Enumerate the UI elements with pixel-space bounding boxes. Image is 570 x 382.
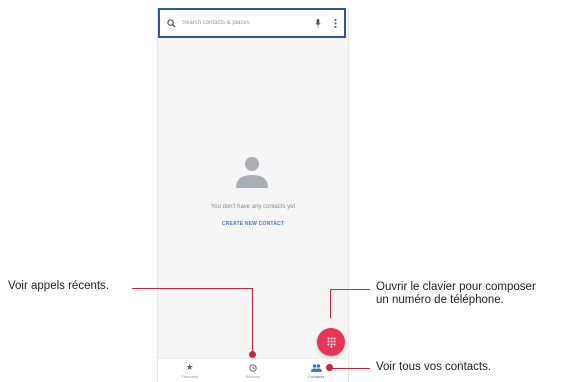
nav-label-recents: Recents — [245, 374, 261, 379]
callout-contacts-dot — [326, 364, 333, 371]
callout-dialpad-text-1: Ouvrir le clavier pour composer — [376, 281, 536, 293]
more-vert-icon[interactable] — [326, 10, 344, 36]
microphone-icon[interactable] — [310, 10, 326, 36]
create-new-contact-link[interactable]: CREATE NEW CONTACT — [158, 221, 348, 227]
people-icon — [310, 362, 322, 373]
phone-screen: You don't have any contacts yet CREATE N… — [157, 8, 349, 382]
star-icon: ★ — [185, 362, 194, 372]
empty-state-message: You don't have any contacts yet — [210, 204, 296, 210]
search-icon[interactable] — [160, 18, 182, 28]
nav-recents[interactable]: Recents — [221, 359, 284, 382]
dialpad-icon — [327, 337, 335, 348]
callout-recents-line-h — [132, 288, 253, 289]
callout-contacts-line — [330, 368, 370, 369]
dialpad-fab[interactable] — [317, 328, 345, 356]
callout-dialpad-text-2: un numéro de téléphone. — [376, 294, 504, 306]
callout-dialpad-line-h — [330, 289, 370, 290]
search-input[interactable] — [182, 20, 310, 26]
nav-label-contacts: Contacts — [308, 374, 325, 379]
nav-favorites[interactable]: ★ Favorites — [158, 359, 221, 382]
callout-recents-dot — [249, 351, 256, 358]
bottom-nav: ★ Favorites Recents Contacts — [158, 358, 348, 382]
callout-contacts-text: Voir tous vos contacts. — [376, 361, 492, 373]
callout-recents-text: Voir appels récents. — [8, 280, 110, 292]
nav-label-favorites: Favorites — [181, 374, 198, 379]
nav-contacts[interactable]: Contacts — [285, 359, 348, 382]
clock-icon — [249, 362, 257, 373]
callout-dialpad-line-v — [330, 289, 331, 318]
callout-recents-line-v — [252, 288, 253, 354]
search-bar[interactable] — [158, 8, 346, 38]
person-icon — [236, 157, 268, 188]
